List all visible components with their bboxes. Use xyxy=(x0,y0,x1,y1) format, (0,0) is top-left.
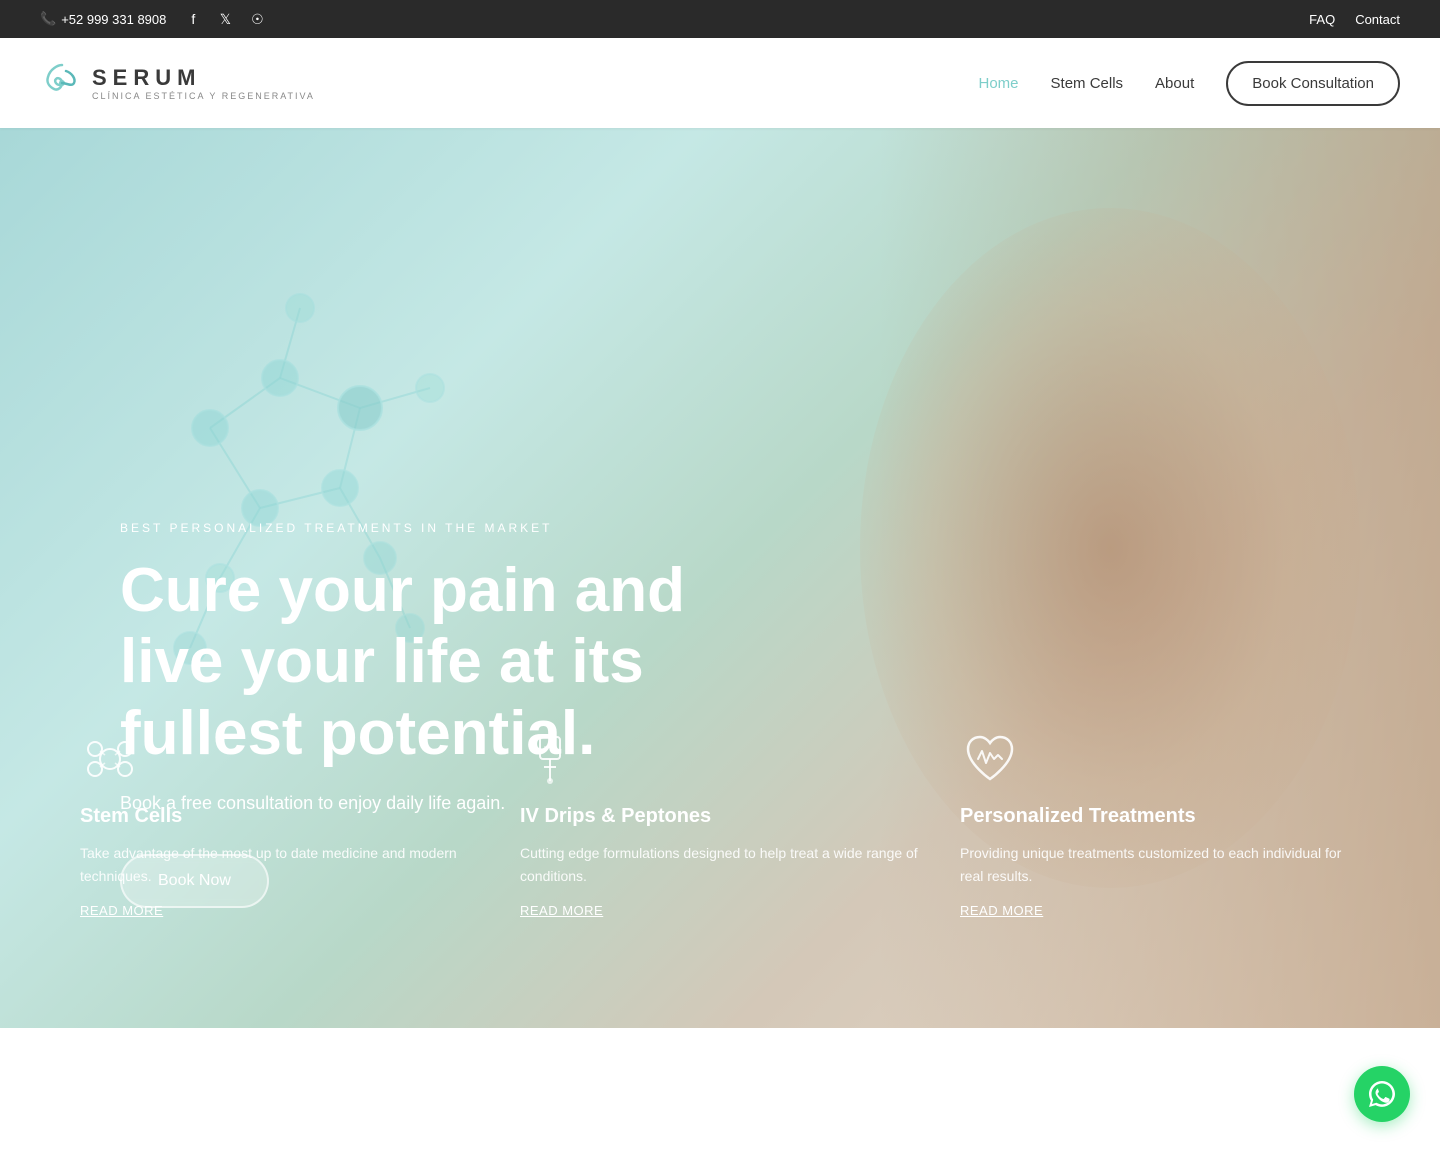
nav-stem-cells[interactable]: Stem Cells xyxy=(1051,75,1124,92)
service-link-1[interactable]: READ MORE xyxy=(520,903,920,918)
service-iv-drips: IV Drips & Peptones Cutting edge formula… xyxy=(520,729,920,918)
service-title-1: IV Drips & Peptones xyxy=(520,805,920,828)
navbar: SERUM CLÍNICA ESTÉTICA Y REGENERATIVA Ho… xyxy=(0,38,1440,128)
social-links: f 𝕏 ☉ xyxy=(182,8,268,30)
twitter-icon[interactable]: 𝕏 xyxy=(214,8,236,30)
service-title-2: Personalized Treatments xyxy=(960,805,1360,828)
logo-title: SERUM xyxy=(92,65,315,91)
whatsapp-button[interactable] xyxy=(1354,1066,1410,1122)
nav-links: Home Stem Cells About Book Consultation xyxy=(979,61,1401,106)
service-desc-2: Providing unique treatments customized t… xyxy=(960,842,1360,887)
service-stem-cells: Stem Cells Take advantage of the most up… xyxy=(80,729,480,918)
hero-section: .mol{fill:rgba(100,200,200,0.35); stroke… xyxy=(0,128,1440,1028)
facebook-icon[interactable]: f xyxy=(182,8,204,30)
logo-text: SERUM CLÍNICA ESTÉTICA Y REGENERATIVA xyxy=(92,65,315,101)
topbar-left: 📞 +52 999 331 8908 f 𝕏 ☉ xyxy=(40,8,268,30)
phone-number: 📞 +52 999 331 8908 xyxy=(40,11,166,27)
topbar: 📞 +52 999 331 8908 f 𝕏 ☉ FAQ Contact xyxy=(0,0,1440,38)
service-desc-0: Take advantage of the most up to date me… xyxy=(80,842,480,887)
nav-home[interactable]: Home xyxy=(979,75,1019,92)
book-consultation-button[interactable]: Book Consultation xyxy=(1226,61,1400,106)
logo[interactable]: SERUM CLÍNICA ESTÉTICA Y REGENERATIVA xyxy=(40,61,315,105)
service-personalized: Personalized Treatments Providing unique… xyxy=(960,729,1360,918)
service-desc-1: Cutting edge formulations designed to he… xyxy=(520,842,920,887)
faq-link[interactable]: FAQ xyxy=(1309,12,1335,27)
cells-icon xyxy=(80,729,140,789)
nav-about[interactable]: About xyxy=(1155,75,1194,92)
topbar-right: FAQ Contact xyxy=(1309,12,1400,27)
logo-subtitle: CLÍNICA ESTÉTICA Y REGENERATIVA xyxy=(92,91,315,101)
service-title-0: Stem Cells xyxy=(80,805,480,828)
iv-icon xyxy=(520,729,580,789)
phone-text: +52 999 331 8908 xyxy=(61,12,166,27)
contact-link[interactable]: Contact xyxy=(1355,12,1400,27)
instagram-icon[interactable]: ☉ xyxy=(246,8,268,30)
whatsapp-icon xyxy=(1366,1078,1398,1110)
hero-subtitle: BEST PERSONALIZED TREATMENTS IN THE MARK… xyxy=(120,521,700,535)
phone-icon: 📞 xyxy=(40,11,56,27)
services-section: Stem Cells Take advantage of the most up… xyxy=(0,729,1440,1028)
heart-icon xyxy=(960,729,1020,789)
service-link-0[interactable]: READ MORE xyxy=(80,903,480,918)
services-grid: Stem Cells Take advantage of the most up… xyxy=(80,729,1360,978)
service-link-2[interactable]: READ MORE xyxy=(960,903,1360,918)
